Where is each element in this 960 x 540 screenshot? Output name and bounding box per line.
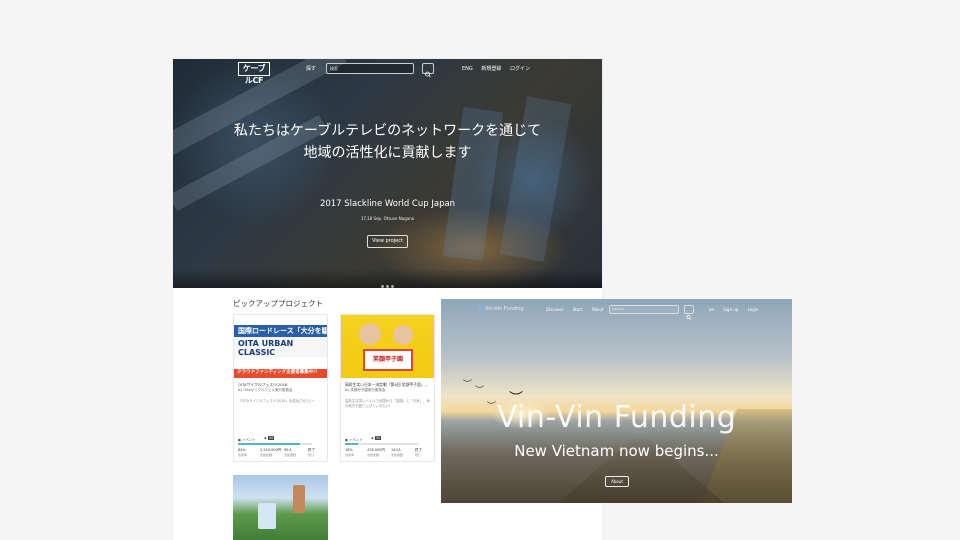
stat-amount: 2,510,000円 支援総額	[260, 448, 282, 457]
project-title[interactable]: OITAサイクルフェス!!!2018	[238, 382, 324, 387]
carousel-dot[interactable]	[386, 285, 389, 288]
pickup-heading: ピックアッププロジェクト	[233, 299, 323, 308]
project-category: ● イベント	[345, 437, 363, 442]
progress-bar	[238, 443, 312, 445]
days-badge: ◆ 34	[371, 436, 382, 440]
project-thumbnail[interactable]	[233, 475, 328, 540]
vinvin-window: ︶ ︶ ︶ ︶ Vin-Vin Funding Discover Start A…	[441, 299, 792, 503]
search-icon	[425, 71, 431, 78]
top-nav: ケーブルCF 探す 検索 ENG 新規登録 ログイン	[173, 59, 602, 85]
hero-catch-line2: 地域の活性化に貢献します	[303, 145, 472, 161]
project-description: 「OITAサイクルフェス!!!2018」を成功させたい!	[238, 399, 314, 403]
nav-link-eng[interactable]: ENG	[462, 66, 473, 72]
stat-rate: 18% 達成率	[345, 448, 355, 457]
hero-catchphrase: 私たちはケーブルテレビのネットワークを通じて 地域の活性化に貢献します	[173, 120, 602, 164]
carousel-dot[interactable]	[381, 285, 384, 288]
project-thumbnail[interactable]: 国際ロードレース「大分を駆けろ」 OITA URBAN CLASSIC クラウド…	[234, 315, 327, 378]
stat-remaining: 終了 残り	[308, 448, 315, 457]
carousel-dots[interactable]	[441, 492, 792, 503]
stat-backers: 143人 支援者数	[391, 448, 404, 457]
nav-link-signup[interactable]: 新規登録	[481, 66, 501, 72]
vinvin-nav: Vin-Vin Funding Discover Start About Sea…	[441, 299, 792, 320]
vinvin-hero-title: Vin-Vin Funding	[496, 400, 737, 435]
thumb-person	[393, 325, 413, 345]
days-badge: ◆ 34	[264, 436, 275, 440]
vinvin-search-button[interactable]	[684, 305, 694, 320]
thumb-person	[258, 503, 276, 529]
search-icon	[686, 315, 692, 320]
progress-fill	[238, 443, 301, 445]
vinvin-logo-icon	[478, 306, 483, 311]
project-thumbnail[interactable]: 笑顔甲子園	[341, 315, 434, 378]
project-title[interactable]: 高校生笑い日本一決定戦「第6回 笑顔甲子園」…	[345, 382, 431, 387]
vinvin-auth-links: en Sign up Login	[709, 307, 766, 312]
project-description: 高校生お笑いバトルで全国から「笑顔」と「元気」、地元地方を盛り上げていきたい!	[345, 399, 430, 408]
stat-backers: 95人 支援者数	[284, 448, 297, 457]
carousel-dots[interactable]	[173, 273, 602, 288]
nav-link-login[interactable]: ログイン	[510, 66, 530, 72]
nav-link-start[interactable]: Start	[573, 307, 583, 312]
hero-event-date: 17,18 Sep. Otsuse Nagano	[360, 216, 415, 221]
lang-link[interactable]: en	[709, 307, 714, 312]
view-project-button[interactable]: View project	[367, 235, 408, 248]
vinvin-nav-links: Discover Start About	[546, 307, 612, 312]
site-logo[interactable]: ケーブルCF	[238, 62, 270, 85]
bird-icon: ︶	[475, 386, 485, 396]
thumb-banner: クラウドファンディング支援者募集中!!	[237, 370, 318, 375]
carousel-dot[interactable]	[391, 285, 394, 288]
nav-links: ENG 新規登録 ログイン	[462, 65, 537, 72]
category-label: イベント	[242, 438, 256, 442]
pin-icon: ◆	[371, 436, 374, 440]
about-button[interactable]: About	[605, 476, 629, 487]
thumb-person	[359, 323, 381, 345]
project-owner: by Oitaサイクルフェス実行委員会	[238, 388, 293, 392]
vinvin-logo[interactable]: Vin-Vin Funding	[478, 306, 524, 312]
nav-link-discover[interactable]: Discover	[546, 307, 563, 312]
vinvin-search-input[interactable]: Search	[609, 305, 679, 314]
tag-icon: ●	[345, 438, 348, 442]
nav-link-about[interactable]: About	[592, 307, 604, 312]
project-category: ● イベント	[238, 437, 256, 442]
search-button[interactable]	[422, 63, 434, 78]
hero-carousel[interactable]: ケーブルCF 探す 検索 ENG 新規登録 ログイン 私たちはケーブルテレビのネ…	[173, 59, 602, 288]
stat-amount: 478,000円 支援総額	[367, 448, 385, 457]
progress-bar	[345, 443, 419, 445]
vinvin-hero-tagline: New Vietnam now begins...	[514, 442, 719, 460]
project-card[interactable]: 笑顔甲子園 高校生笑い日本一決定戦「第6回 笑顔甲子園」… by 笑顔甲子園実行…	[340, 314, 435, 462]
login-link[interactable]: Login	[748, 307, 759, 312]
project-owner: by 笑顔甲子園実行委員会	[345, 388, 386, 392]
nav-find-link[interactable]: 探す	[306, 65, 316, 72]
tag-icon: ●	[238, 438, 241, 442]
days-count: 34	[374, 436, 382, 440]
pin-icon: ◆	[264, 436, 267, 440]
thumb-sign: 笑顔甲子園	[363, 349, 413, 371]
hero-event-title: 2017 Slackline World Cup Japan	[319, 199, 456, 209]
category-label: イベント	[349, 438, 363, 442]
thumb-headline: OITA URBAN CLASSIC	[238, 339, 294, 357]
hero-catch-line1: 私たちはケーブルテレビのネットワークを通じて	[233, 123, 542, 139]
days-count: 34	[267, 436, 275, 440]
stat-rate: 84% 達成率	[238, 448, 248, 457]
progress-fill	[345, 443, 359, 445]
thumb-person	[293, 485, 305, 513]
stat-remaining: 終了 残り	[415, 448, 422, 457]
thumb-caption: 国際ロードレース「大分を駆けろ」	[238, 327, 327, 335]
bird-icon: ︶	[463, 380, 473, 390]
search-input[interactable]: 検索	[326, 63, 414, 74]
signup-link[interactable]: Sign up	[723, 307, 738, 312]
project-card[interactable]: 国際ロードレース「大分を駆けろ」 OITA URBAN CLASSIC クラウド…	[233, 314, 328, 462]
